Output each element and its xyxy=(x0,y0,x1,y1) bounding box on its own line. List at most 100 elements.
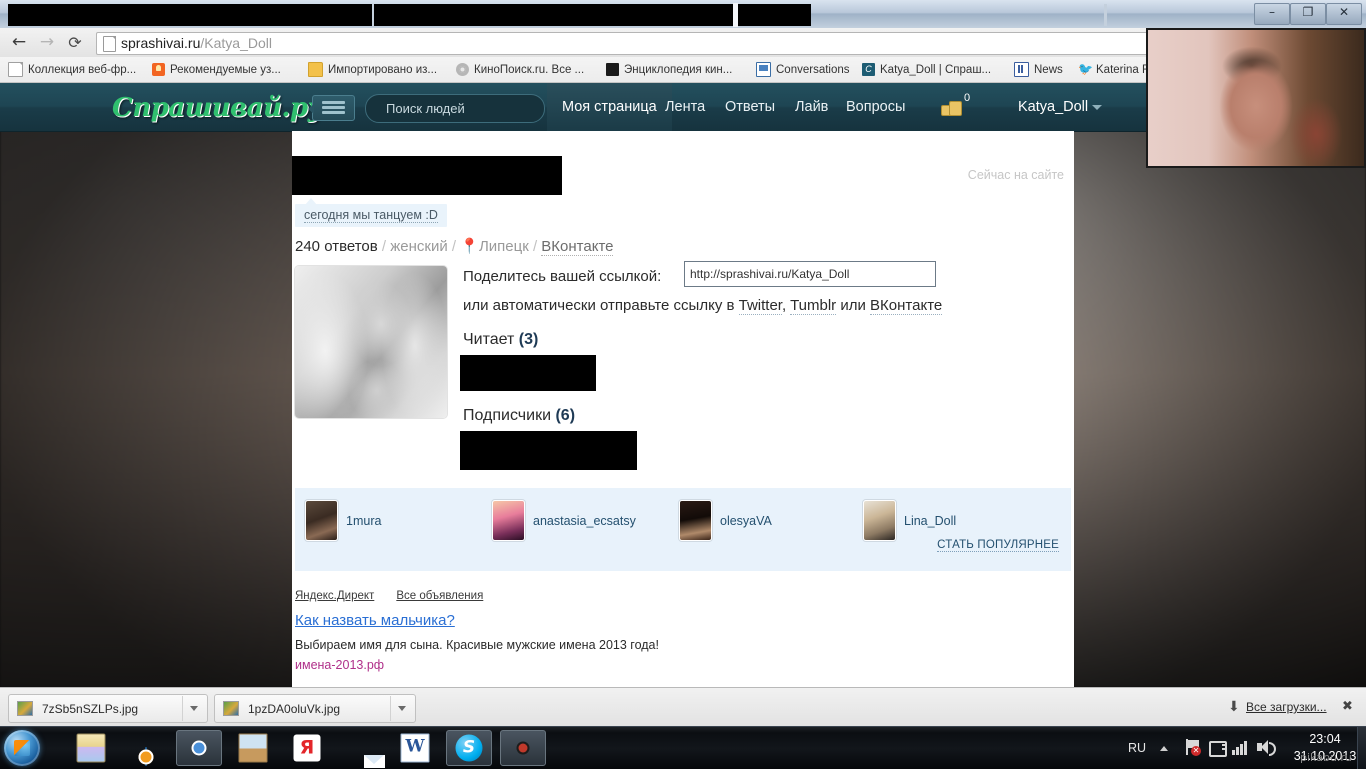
bookmark-item[interactable]: Conversations xyxy=(756,57,850,82)
share-link-input[interactable] xyxy=(684,261,936,287)
all-downloads-link[interactable]: Все загрузки... xyxy=(1246,700,1327,714)
taskbar-item-yandex[interactable]: Я xyxy=(284,730,330,766)
url-domain: sprashivai.ru xyxy=(121,35,201,51)
site-logo[interactable]: Спрашивай.ру xyxy=(112,93,323,123)
nav-answers[interactable]: Ответы xyxy=(725,94,775,121)
share-tumblr-link[interactable]: Tumblr xyxy=(790,297,837,315)
status-text: сегодня мы танцуем :D xyxy=(304,208,438,223)
bookmark-label: News xyxy=(1034,63,1063,76)
toolbox-icon xyxy=(238,733,268,763)
show-desktop-button[interactable] xyxy=(1357,727,1366,769)
messages-icon-line xyxy=(322,106,345,109)
nav-live[interactable]: Лайв xyxy=(795,94,828,121)
bookmark-label: Conversations xyxy=(776,63,850,76)
language-indicator[interactable]: RU xyxy=(1128,741,1146,755)
bookmark-item[interactable]: News xyxy=(1014,57,1063,82)
taskbar-item-webcam[interactable] xyxy=(500,730,546,766)
search-input[interactable]: Поиск людей xyxy=(365,94,545,123)
taskbar-item-explorer[interactable] xyxy=(68,730,114,766)
browser-window: – ❐ ✕ ← → ⟳ sprashivai.ru/Katya_Doll Кол… xyxy=(0,0,1366,727)
close-shelf-icon[interactable]: ✖ xyxy=(1342,699,1353,714)
bookmark-item[interactable]: C Katya_Doll | Спраш... xyxy=(862,57,991,82)
share-twitter-link[interactable]: Twitter xyxy=(738,297,782,315)
bookmark-item[interactable]: КиноПоиск.ru. Все ... xyxy=(456,57,584,82)
nav-feed[interactable]: Лента xyxy=(665,94,705,121)
minimize-button[interactable]: – xyxy=(1254,3,1290,25)
bookmark-item[interactable]: Энциклопедия кин... xyxy=(606,57,732,82)
subscribers-count: (6) xyxy=(555,407,576,424)
maximize-button[interactable]: ❐ xyxy=(1290,3,1326,25)
social-link[interactable]: ВКонтакте xyxy=(541,238,614,256)
avatar xyxy=(863,500,896,541)
gender-label: женский xyxy=(390,238,448,255)
signal-bar xyxy=(1236,747,1239,755)
download-item[interactable]: 7zSb5nSZLPs.jpg xyxy=(8,694,208,723)
taskbar-item-media-player[interactable] xyxy=(122,730,168,766)
document-icon xyxy=(8,62,23,77)
windows-start-icon[interactable] xyxy=(4,730,40,766)
chevron-down-icon[interactable] xyxy=(1092,105,1102,110)
all-ads-link[interactable]: Все объявления xyxy=(396,590,483,602)
webcam-video-overlay[interactable] xyxy=(1146,28,1366,168)
popular-user-item[interactable]: Lina_Doll xyxy=(863,500,956,541)
clock-time[interactable]: 23:04 xyxy=(1294,732,1356,746)
network-icon[interactable]: ✕ xyxy=(1184,739,1202,756)
skype-icon: S xyxy=(455,734,483,762)
signal-strength-icon[interactable] xyxy=(1232,739,1250,756)
volume-icon[interactable] xyxy=(1256,739,1276,756)
popular-user-item[interactable]: 1mura xyxy=(305,500,381,541)
messages-icon xyxy=(322,101,345,104)
coins-count: 0 xyxy=(964,92,971,104)
bookmark-item[interactable]: Импортировано из... xyxy=(308,57,437,82)
tab-strip-redacted[interactable] xyxy=(8,4,811,26)
chevron-down-icon[interactable] xyxy=(190,706,198,711)
popular-user-item[interactable]: anastasia_ecsatsy xyxy=(492,500,636,541)
taskbar-item-word[interactable]: W xyxy=(392,730,438,766)
page-viewport: Спрашивай.ру Поиск людей Моя страница Ле… xyxy=(0,83,1366,687)
nav-my-page[interactable]: Моя страница xyxy=(547,83,672,131)
taskbar-item-chrome[interactable] xyxy=(176,730,222,766)
bookmark-item[interactable]: 🐦 Katerina F xyxy=(1078,57,1149,82)
yandex-direct-link[interactable]: Яндекс.Директ xyxy=(295,590,374,602)
nav-questions[interactable]: Вопросы xyxy=(846,94,905,121)
news-icon xyxy=(1014,62,1029,77)
user-menu[interactable]: Katya_Doll xyxy=(1018,94,1088,121)
folder-icon xyxy=(76,733,106,763)
bookmark-item[interactable]: Рекомендуемые уз... xyxy=(152,57,281,82)
close-button[interactable]: ✕ xyxy=(1326,3,1362,25)
messages-button[interactable] xyxy=(308,95,355,121)
reads-label: Читает xyxy=(463,331,515,348)
taskbar-item-toolbox[interactable] xyxy=(230,730,276,766)
download-filename: 7zSb5nSZLPs.jpg xyxy=(42,701,139,716)
reload-button[interactable]: ⟳ xyxy=(62,28,88,57)
share-vk-link[interactable]: ВКонтакте xyxy=(870,297,943,315)
show-hidden-icons-icon[interactable] xyxy=(1160,746,1168,751)
download-item[interactable]: 1pzDA0oluVk.jpg xyxy=(214,694,416,723)
taskbar-item-mail[interactable] xyxy=(338,730,384,766)
coin-stack xyxy=(949,101,962,116)
download-filename: 1pzDA0oluVk.jpg xyxy=(248,701,341,716)
bookmark-item[interactable]: Коллекция веб-фр... xyxy=(8,57,136,82)
bulb-icon xyxy=(152,63,165,76)
popular-users-bar: 1mura anastasia_ecsatsy olesyaVA Lina_Do… xyxy=(295,488,1071,571)
messages-icon-line xyxy=(322,111,345,114)
forward-button[interactable]: → xyxy=(34,28,60,57)
title-bar: – ❐ ✕ xyxy=(0,0,1366,29)
device-icon[interactable] xyxy=(1208,739,1227,757)
popular-user-item[interactable]: olesyaVA xyxy=(679,500,772,541)
chevron-down-icon[interactable] xyxy=(398,706,406,711)
forward-arrow-icon: → xyxy=(39,32,55,52)
avatar xyxy=(492,500,525,541)
taskbar-item-skype[interactable]: S xyxy=(446,730,492,766)
sprashivai-icon: C xyxy=(862,63,875,76)
profile-status[interactable]: сегодня мы танцуем :D xyxy=(295,204,447,227)
profile-avatar[interactable] xyxy=(295,266,447,418)
coins-icon[interactable] xyxy=(941,99,963,116)
back-button[interactable]: ← xyxy=(6,28,32,57)
speaker-wave xyxy=(1269,742,1276,756)
page-info-icon xyxy=(103,36,116,52)
ad-url[interactable]: имена-2013.рф xyxy=(295,658,384,672)
become-popular-link[interactable]: СТАТЬ ПОПУЛЯРНЕЕ xyxy=(937,539,1059,552)
ad-title-link[interactable]: Как назвать мальчика? xyxy=(295,612,455,629)
reads-count: (3) xyxy=(518,331,539,348)
